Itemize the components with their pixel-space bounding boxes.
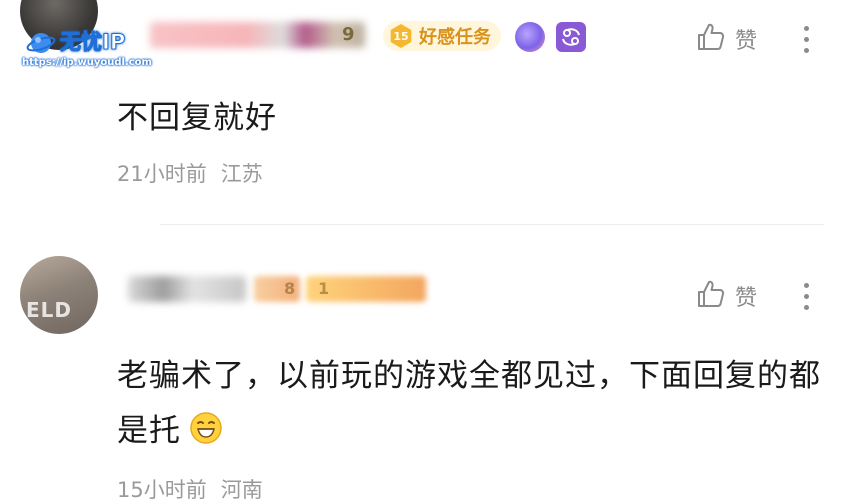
username-blurred[interactable] (128, 276, 246, 302)
planet-logo-icon (26, 28, 56, 58)
comment-text: 不回复就好 (117, 100, 277, 136)
zodiac-cancer-icon[interactable] (556, 22, 586, 52)
watermark-name: 无忧IP (59, 30, 126, 55)
divider (160, 224, 824, 225)
comment-text: 老骗术了，以前玩的游戏全都见过，下面回复的都是托 (117, 349, 822, 459)
comment-time: 15小时前 (117, 478, 207, 502)
comment-location: 河南 (220, 478, 263, 502)
task-level-icon: 15 (390, 24, 412, 48)
like-label: 赞 (735, 29, 758, 54)
level-badge: 9 (342, 24, 355, 45)
comment-time: 21小时前 (117, 162, 207, 186)
task-badge[interactable]: 15 好感任务 (383, 21, 501, 51)
like-button[interactable]: 赞 (695, 22, 757, 56)
thumbs-up-icon (695, 21, 727, 57)
username-blurred[interactable] (150, 22, 365, 48)
comment-meta: 21小时前 江苏 (117, 158, 263, 188)
grinning-face-emoji-icon (189, 408, 223, 444)
comment-meta: 15小时前 河南 (117, 474, 263, 504)
thumbs-up-icon (695, 278, 727, 314)
level-badge: 8 (284, 279, 296, 298)
level-badge: 1 (318, 279, 330, 298)
comment-item: ELD 8 1 赞 老骗术了，以前玩的游戏全都见过，下面回复的都是托 15小时前… (0, 226, 854, 504)
more-dots-icon (803, 282, 809, 288)
watermark: 无忧IP https://ip.wuyoudl.com (22, 26, 152, 74)
medal-icon[interactable] (515, 22, 545, 52)
more-options-button[interactable] (796, 279, 816, 313)
more-options-button[interactable] (796, 22, 816, 56)
like-button[interactable]: 赞 (695, 279, 757, 313)
comment-location: 江苏 (220, 162, 263, 186)
like-label: 赞 (735, 286, 758, 311)
more-dots-icon (803, 25, 809, 31)
avatar[interactable]: ELD (20, 256, 98, 334)
task-badge-label: 好感任务 (419, 27, 491, 48)
watermark-url: https://ip.wuyoudl.com (22, 57, 152, 68)
